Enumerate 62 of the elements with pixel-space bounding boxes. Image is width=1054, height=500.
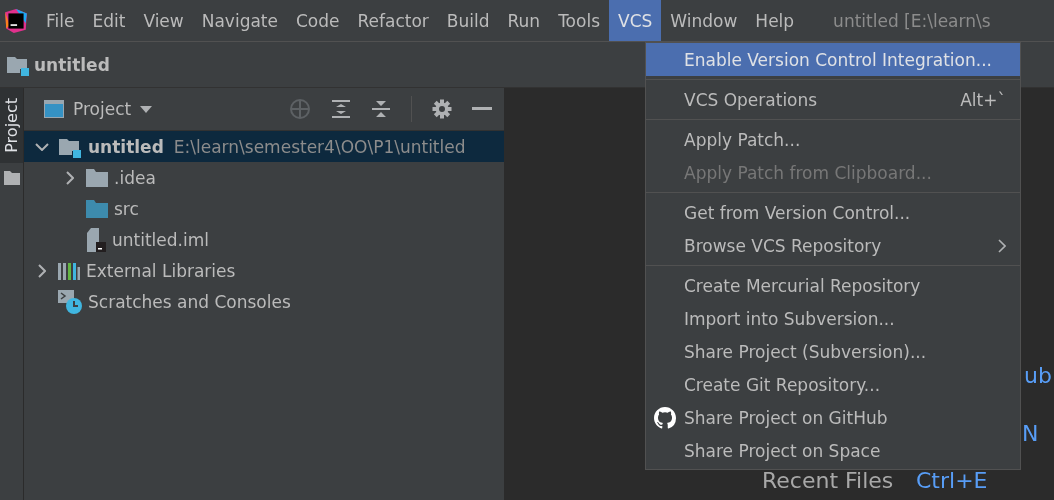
dropdown-caret-icon	[140, 105, 153, 113]
collapse-all-icon[interactable]	[371, 99, 391, 119]
tree-item-label: src	[114, 198, 139, 219]
tree-item[interactable]: untitled.iml	[24, 224, 504, 255]
menu-item[interactable]: Share Project (Subversion)...	[646, 335, 1020, 368]
tree-item-label: untitled.iml	[112, 229, 209, 250]
window-icon	[44, 100, 64, 118]
library-icon	[58, 261, 80, 280]
folder-icon	[86, 199, 108, 218]
tree-item[interactable]: Scratches and Consoles	[24, 286, 504, 317]
menu-item[interactable]: Enable Version Control Integration...	[646, 43, 1020, 76]
window-title: untitled [E:\learn\s	[833, 9, 991, 33]
chevron-right-icon[interactable]	[66, 170, 74, 185]
menu-item[interactable]: Get from Version Control...	[646, 196, 1020, 229]
tree-item[interactable]: .idea	[24, 162, 504, 193]
menu-item[interactable]: VCS	[609, 0, 662, 41]
file-icon	[86, 227, 106, 252]
menu-item[interactable]: Create Git Repository...	[646, 368, 1020, 401]
view-selector[interactable]: Project	[44, 99, 153, 119]
menu-item[interactable]: Browse VCS Repository	[646, 229, 1020, 262]
expand-all-icon[interactable]	[331, 99, 351, 119]
folder-icon	[3, 170, 20, 185]
shortcut-hint: Ctrl+E	[916, 468, 988, 493]
menu-item[interactable]: Refactor	[348, 0, 438, 41]
menu-item[interactable]: Code	[287, 0, 349, 41]
menu-item[interactable]: Apply Patch...	[646, 123, 1020, 156]
tree-item[interactable]: untitled E:\learn\semester4\OO\P1\untitled	[24, 131, 504, 162]
menu-item[interactable]: Help	[746, 0, 804, 41]
folder-icon	[86, 168, 108, 187]
action-hint: Recent Files	[762, 468, 894, 493]
tree-item-label: Scratches and Consoles	[88, 291, 291, 312]
project-path: E:\learn\semester4\OO\P1\untitled	[173, 136, 466, 157]
tree-item[interactable]: External Libraries	[24, 255, 504, 286]
chevron-down-icon[interactable]	[35, 142, 49, 151]
shortcut-hint: N	[1022, 421, 1039, 446]
menu-item[interactable]: Edit	[83, 0, 135, 41]
menu-item[interactable]: Tools	[549, 0, 609, 41]
breadcrumb-item[interactable]: untitled	[34, 54, 110, 75]
menu-item[interactable]: Window	[661, 0, 747, 41]
settings-icon[interactable]	[432, 99, 452, 119]
menu-item[interactable]: Share Project on Space	[646, 434, 1020, 467]
tree-item-label: .idea	[114, 167, 156, 188]
scratches-icon	[58, 289, 82, 314]
tree-item-label: untitled	[88, 136, 164, 157]
menu-item[interactable]: View	[134, 0, 193, 41]
menu-item[interactable]: File	[37, 0, 84, 41]
menu-item[interactable]: Share Project on GitHub	[646, 401, 1020, 434]
minimize-icon[interactable]	[472, 107, 492, 111]
menu-item[interactable]: Build	[437, 0, 499, 41]
menu-item[interactable]: Import into Subversion...	[646, 302, 1020, 335]
tool-window-tab[interactable]: Project	[0, 88, 23, 163]
tree-item[interactable]: src	[24, 193, 504, 224]
shortcut-label: Alt+`	[960, 89, 1006, 110]
app-logo-icon[interactable]	[3, 7, 29, 34]
tree-item-label: External Libraries	[86, 260, 236, 281]
shortcut-hint: ub	[1024, 363, 1052, 388]
github-icon	[654, 406, 676, 429]
menu-item[interactable]: Run	[498, 0, 550, 41]
menu-item[interactable]: Navigate	[192, 0, 287, 41]
chevron-right-icon[interactable]	[38, 263, 46, 278]
menu-item[interactable]: VCS Operations Alt+`	[646, 83, 1020, 116]
menu-item[interactable]: Create Mercurial Repository	[646, 269, 1020, 302]
